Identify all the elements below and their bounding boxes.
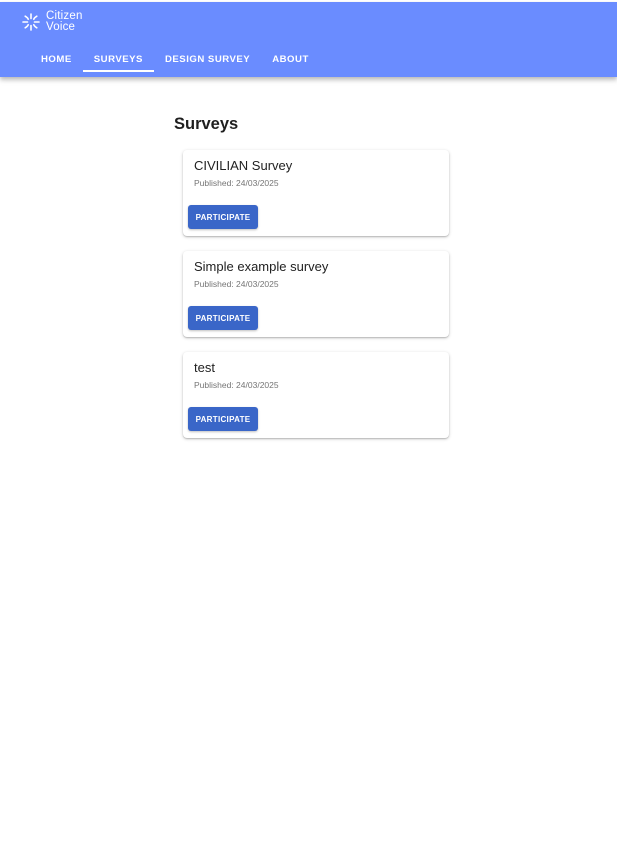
survey-published-date: Published: 24/03/2025 bbox=[194, 380, 279, 390]
nav-design-survey[interactable]: DESIGN SURVEY bbox=[154, 47, 261, 72]
survey-title: CIVILIAN Survey bbox=[194, 158, 293, 173]
survey-card: CIVILIAN Survey Published: 24/03/2025 PA… bbox=[183, 150, 449, 236]
nav-surveys[interactable]: SURVEYS bbox=[82, 47, 155, 72]
participate-button[interactable]: PARTICIPATE bbox=[188, 407, 258, 431]
participate-button[interactable]: PARTICIPATE bbox=[188, 306, 258, 330]
app-logo[interactable]: Citizen Voice bbox=[21, 10, 83, 33]
survey-list: CIVILIAN Survey Published: 24/03/2025 PA… bbox=[183, 150, 449, 453]
app-bar: Citizen Voice HOME SURVEYS DESIGN SURVEY… bbox=[0, 2, 617, 77]
survey-card: test Published: 24/03/2025 PARTICIPATE bbox=[183, 352, 449, 438]
survey-card: Simple example survey Published: 24/03/2… bbox=[183, 251, 449, 337]
survey-published-date: Published: 24/03/2025 bbox=[194, 178, 279, 188]
survey-title: test bbox=[194, 360, 215, 375]
survey-title: Simple example survey bbox=[194, 259, 329, 274]
participate-button[interactable]: PARTICIPATE bbox=[188, 205, 258, 229]
nav-about[interactable]: ABOUT bbox=[261, 47, 320, 72]
page-title: Surveys bbox=[174, 115, 239, 133]
main-nav: HOME SURVEYS DESIGN SURVEY ABOUT bbox=[30, 47, 320, 72]
nav-home[interactable]: HOME bbox=[30, 47, 83, 72]
app-name: Citizen Voice bbox=[46, 10, 83, 33]
survey-published-date: Published: 24/03/2025 bbox=[194, 279, 279, 289]
app-name-line2: Voice bbox=[46, 21, 76, 33]
sparkle-burst-icon bbox=[21, 12, 41, 32]
